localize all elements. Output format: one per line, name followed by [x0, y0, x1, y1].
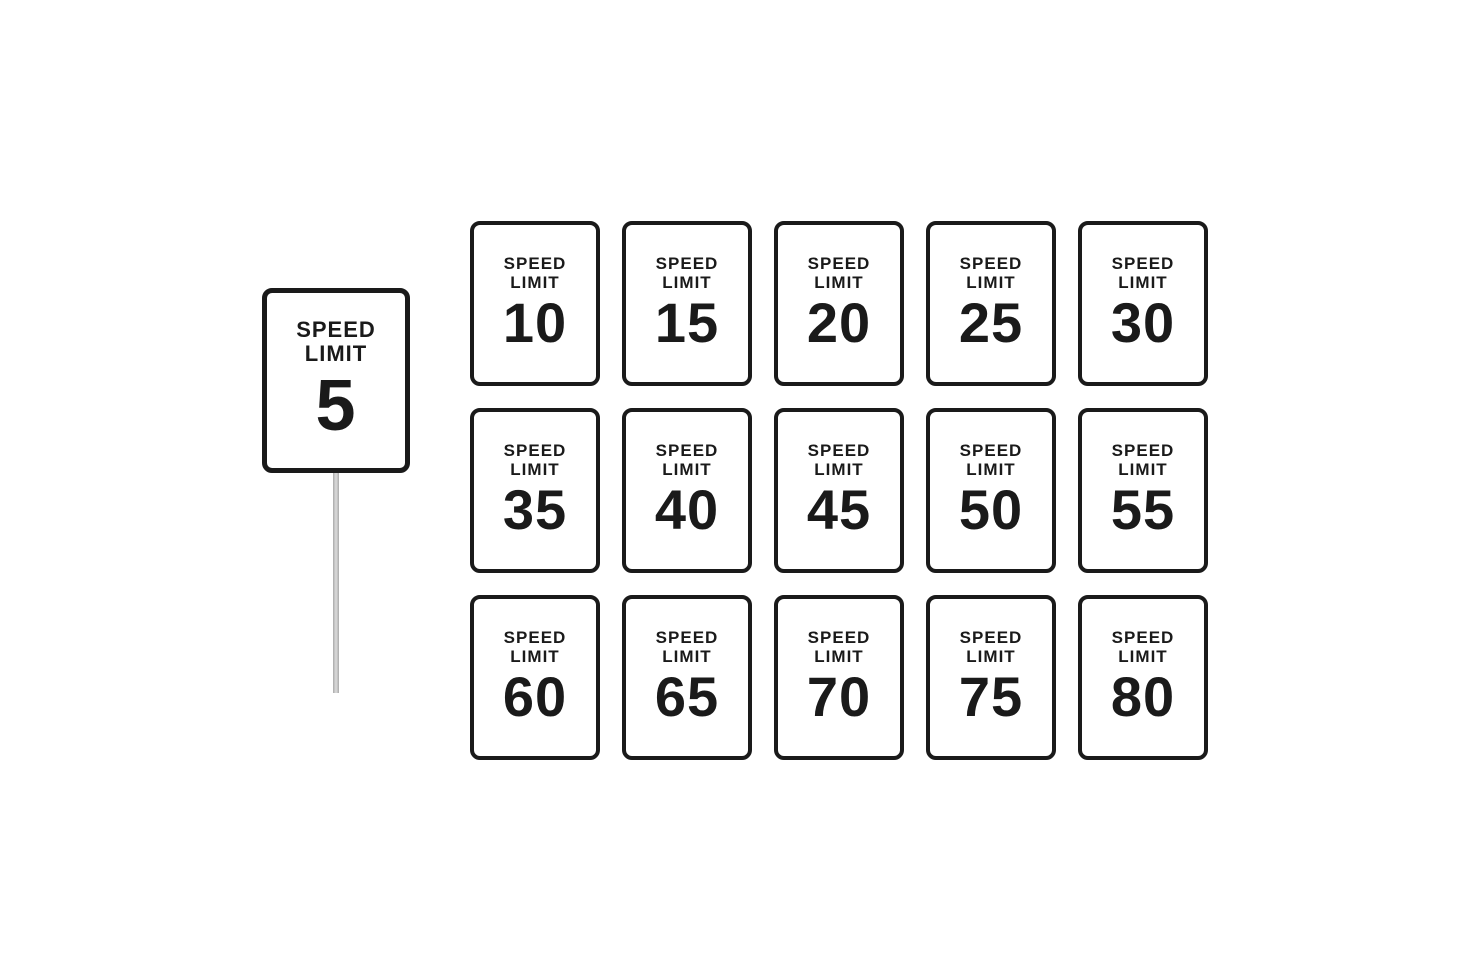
- sign-label-80: SPEEDLIMIT: [1112, 629, 1175, 666]
- sign-wrapper: SPEEDLIMIT15: [622, 221, 752, 386]
- speed-sign-50: SPEEDLIMIT50: [926, 408, 1056, 573]
- sign-label-65: SPEEDLIMIT: [656, 629, 719, 666]
- pole-sign-number: 5: [315, 370, 356, 442]
- sign-number-65: 65: [655, 669, 719, 725]
- sign-number-80: 80: [1111, 669, 1175, 725]
- sign-wrapper: SPEEDLIMIT50: [926, 408, 1056, 573]
- sign-wrapper: SPEEDLIMIT35: [470, 408, 600, 573]
- speed-sign-35: SPEEDLIMIT35: [470, 408, 600, 573]
- speed-sign-10: SPEEDLIMIT10: [470, 221, 600, 386]
- sign-wrapper: SPEEDLIMIT45: [774, 408, 904, 573]
- speed-sign-65: SPEEDLIMIT65: [622, 595, 752, 760]
- sign-label-35: SPEEDLIMIT: [504, 442, 567, 479]
- sign-label-40: SPEEDLIMIT: [656, 442, 719, 479]
- sign-label-55: SPEEDLIMIT: [1112, 442, 1175, 479]
- sign-number-15: 15: [655, 295, 719, 351]
- sign-number-60: 60: [503, 669, 567, 725]
- sign-wrapper: SPEEDLIMIT20: [774, 221, 904, 386]
- speed-sign-45: SPEEDLIMIT45: [774, 408, 904, 573]
- sign-wrapper: SPEEDLIMIT40: [622, 408, 752, 573]
- sign-number-35: 35: [503, 482, 567, 538]
- sign-wrapper: SPEEDLIMIT10: [470, 221, 600, 386]
- sign-pole: [333, 473, 339, 693]
- sign-wrapper: SPEEDLIMIT70: [774, 595, 904, 760]
- sign-number-70: 70: [807, 669, 871, 725]
- sign-number-30: 30: [1111, 295, 1175, 351]
- sign-number-45: 45: [807, 482, 871, 538]
- sign-label-75: SPEEDLIMIT: [960, 629, 1023, 666]
- sign-wrapper: SPEEDLIMIT80: [1078, 595, 1208, 760]
- sign-number-55: 55: [1111, 482, 1175, 538]
- speed-sign-60: SPEEDLIMIT60: [470, 595, 600, 760]
- speed-sign-75: SPEEDLIMIT75: [926, 595, 1056, 760]
- pole-sign-line1: SPEED: [296, 317, 376, 342]
- sign-wrapper: SPEEDLIMIT55: [1078, 408, 1208, 573]
- sign-number-75: 75: [959, 669, 1023, 725]
- sign-label-20: SPEEDLIMIT: [808, 255, 871, 292]
- sign-label-50: SPEEDLIMIT: [960, 442, 1023, 479]
- speed-sign-40: SPEEDLIMIT40: [622, 408, 752, 573]
- sign-number-10: 10: [503, 295, 567, 351]
- sign-label-25: SPEEDLIMIT: [960, 255, 1023, 292]
- speed-sign-20: SPEEDLIMIT20: [774, 221, 904, 386]
- speed-sign-55: SPEEDLIMIT55: [1078, 408, 1208, 573]
- speed-sign-25: SPEEDLIMIT25: [926, 221, 1056, 386]
- sign-label-70: SPEEDLIMIT: [808, 629, 871, 666]
- sign-wrapper: SPEEDLIMIT60: [470, 595, 600, 760]
- sign-label-10: SPEEDLIMIT: [504, 255, 567, 292]
- speed-sign-pole: SPEED LIMIT 5: [262, 288, 410, 473]
- sign-label-15: SPEEDLIMIT: [656, 255, 719, 292]
- speed-sign-70: SPEEDLIMIT70: [774, 595, 904, 760]
- sign-wrapper: SPEEDLIMIT25: [926, 221, 1056, 386]
- main-container: SPEED LIMIT 5 SPEEDLIMIT10SPEEDLIMIT15SP…: [222, 181, 1248, 800]
- sign-label-45: SPEEDLIMIT: [808, 442, 871, 479]
- speed-sign-30: SPEEDLIMIT30: [1078, 221, 1208, 386]
- sign-wrapper: SPEEDLIMIT30: [1078, 221, 1208, 386]
- sign-number-25: 25: [959, 295, 1023, 351]
- sign-wrapper: SPEEDLIMIT75: [926, 595, 1056, 760]
- sign-wrapper: SPEEDLIMIT65: [622, 595, 752, 760]
- pole-sign-label: SPEED LIMIT: [296, 318, 376, 366]
- sign-number-40: 40: [655, 482, 719, 538]
- sign-number-20: 20: [807, 295, 871, 351]
- sign-label-30: SPEEDLIMIT: [1112, 255, 1175, 292]
- sign-number-50: 50: [959, 482, 1023, 538]
- speed-sign-80: SPEEDLIMIT80: [1078, 595, 1208, 760]
- speed-sign-15: SPEEDLIMIT15: [622, 221, 752, 386]
- pole-sign-container: SPEED LIMIT 5: [262, 288, 410, 693]
- sign-label-60: SPEEDLIMIT: [504, 629, 567, 666]
- pole-sign-line2: LIMIT: [305, 341, 367, 366]
- signs-grid: SPEEDLIMIT10SPEEDLIMIT15SPEEDLIMIT20SPEE…: [470, 221, 1208, 760]
